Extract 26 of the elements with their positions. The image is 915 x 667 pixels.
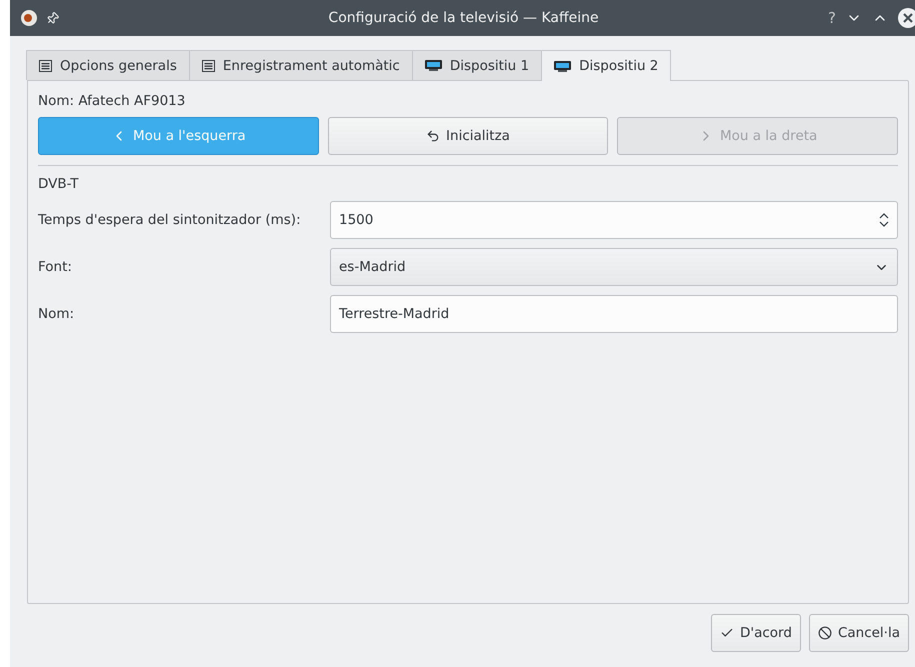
monitor-icon [554, 60, 572, 72]
tab[interactable]: Opcions generals [26, 50, 190, 80]
input-field[interactable]: Terrestre-Madrid [330, 295, 898, 333]
tab[interactable]: Dispositiu 2 [541, 50, 672, 81]
field-label: Font: [38, 259, 73, 275]
device-name: Nom: Afatech AF9013 [38, 93, 186, 109]
undo-icon [426, 129, 440, 143]
section-label: DVB-T [38, 176, 80, 192]
close-icon[interactable] [898, 8, 915, 28]
help-button[interactable]: ? [828, 9, 836, 27]
spin-box[interactable]: 1500 [330, 201, 898, 239]
move-button[interactable]: Inicialitza [328, 117, 608, 155]
field-label: Temps d'espera del sintonitzador (ms): [38, 212, 302, 228]
dialog-button[interactable]: Cancel·la [808, 614, 909, 652]
window-title: Configuració de la televisió — Kaffeine [327, 10, 600, 26]
tab[interactable]: Dispositiu 1 [412, 50, 542, 80]
list-icon [202, 60, 215, 72]
field-label: Nom: [38, 306, 76, 322]
dialog-button[interactable]: D'acord [710, 614, 801, 652]
dropdown[interactable]: es-Madrid [330, 248, 898, 286]
spin-arrows-icon [879, 212, 889, 228]
list-icon [39, 60, 52, 72]
cancel-icon [818, 626, 832, 640]
monitor-icon [424, 60, 442, 71]
tab[interactable]: Enregistrament automàtic [188, 50, 413, 80]
app-icon [20, 9, 38, 27]
